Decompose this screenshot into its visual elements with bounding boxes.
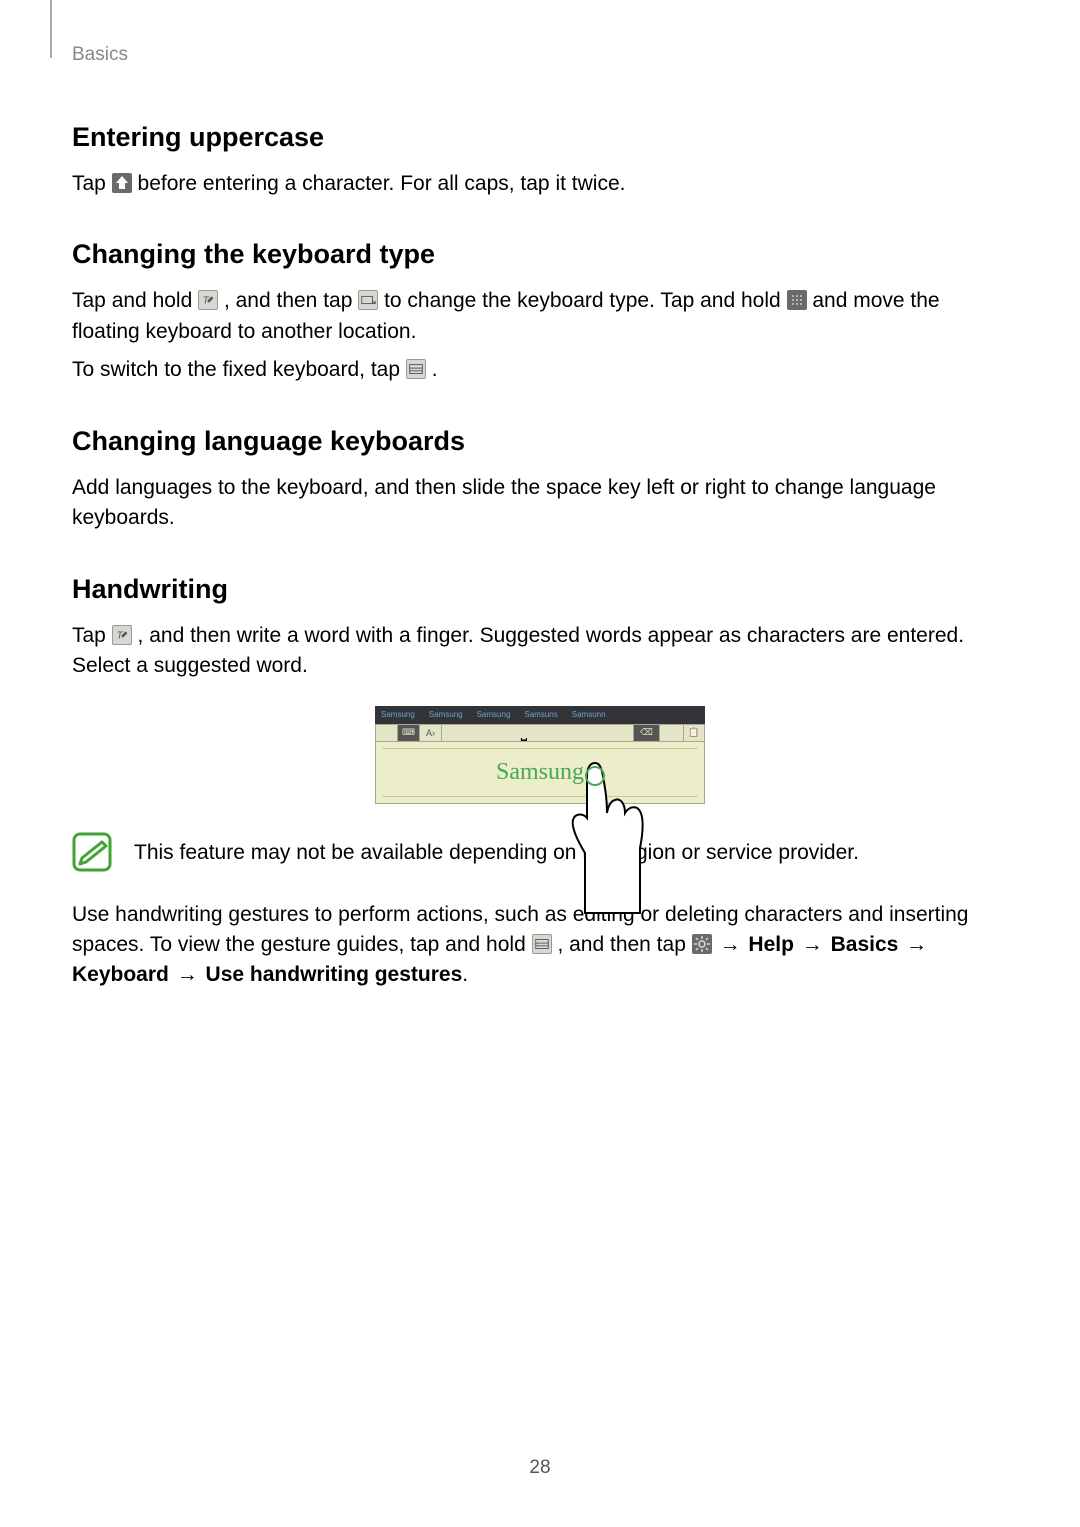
text-fragment: , and then write a word with a finger. S… bbox=[72, 624, 964, 677]
text-fragment: Tap bbox=[72, 172, 112, 195]
text-fragment: , and then tap bbox=[224, 289, 358, 312]
suggestion-word: Samsung bbox=[477, 710, 511, 719]
toolbar-keyboard-icon: ⌨ bbox=[398, 725, 420, 741]
suggestion-word: Samsuns bbox=[524, 710, 557, 719]
heading-entering-uppercase: Entering uppercase bbox=[72, 122, 1008, 153]
note-block: This feature may not be available depend… bbox=[72, 832, 1008, 872]
suggestion-word: Samsung bbox=[429, 710, 463, 719]
fixed-keyboard-icon bbox=[532, 934, 552, 954]
bold-text: Help bbox=[748, 933, 794, 956]
text-fragment: . bbox=[462, 963, 468, 986]
text-fragment: Tap and hold bbox=[72, 289, 198, 312]
uppercase-paragraph: Tap before entering a character. For all… bbox=[72, 169, 1008, 199]
suggestion-word: Samsunn bbox=[572, 710, 606, 719]
text-fragment: Tap bbox=[72, 624, 112, 647]
handwriting-illustration: Samsung Samsung Samsung Samsuns Samsunn … bbox=[72, 706, 1008, 804]
note-text: This feature may not be available depend… bbox=[134, 832, 859, 868]
toolbar-space-icon: ⎵ bbox=[442, 724, 606, 742]
breadcrumb: Basics bbox=[72, 44, 1008, 66]
toolbar-blank bbox=[376, 725, 398, 741]
text-fragment: to change the keyboard type. Tap and hol… bbox=[384, 289, 786, 312]
header-divider bbox=[50, 0, 52, 58]
text-fragment: , and then tap bbox=[557, 933, 691, 956]
suggestion-bar: Samsung Samsung Samsung Samsuns Samsunn bbox=[375, 706, 705, 724]
shift-icon bbox=[112, 173, 132, 193]
fixed-keyboard-icon bbox=[406, 359, 426, 379]
heading-keyboard-type: Changing the keyboard type bbox=[72, 239, 1008, 270]
bold-text: Basics bbox=[831, 933, 899, 956]
arrow-icon: → bbox=[802, 930, 823, 960]
arrow-icon: → bbox=[177, 960, 198, 990]
toolbar-backspace-icon: ⌫ bbox=[634, 725, 660, 741]
heading-handwriting: Handwriting bbox=[72, 574, 1008, 605]
hand-illustration bbox=[565, 758, 655, 918]
settings-icon bbox=[692, 934, 712, 954]
handwriting-paragraph-1: Tap T , and then write a word with a fin… bbox=[72, 621, 1008, 682]
t-pen-icon: T bbox=[198, 290, 218, 310]
t-pen-icon: T bbox=[112, 625, 132, 645]
handwriting-paragraph-2: Use handwriting gestures to perform acti… bbox=[72, 900, 1008, 991]
text-fragment: To switch to the fixed keyboard, tap bbox=[72, 358, 406, 381]
toolbar-paste-icon: 📋 bbox=[684, 725, 704, 741]
page-number: 28 bbox=[0, 1457, 1080, 1479]
toolbar-gap bbox=[606, 725, 634, 741]
note-icon bbox=[72, 832, 112, 872]
floating-keyboard-icon bbox=[358, 290, 378, 310]
arrow-icon: → bbox=[906, 930, 927, 960]
lang-paragraph: Add languages to the keyboard, and then … bbox=[72, 473, 1008, 534]
text-fragment: . bbox=[432, 358, 438, 381]
suggestion-word: Samsung bbox=[381, 710, 415, 719]
kbtype-paragraph-2: To switch to the fixed keyboard, tap . bbox=[72, 355, 1008, 385]
kbtype-paragraph-1: Tap and hold T , and then tap to change … bbox=[72, 286, 1008, 347]
drag-handle-icon bbox=[787, 290, 807, 310]
heading-language-keyboards: Changing language keyboards bbox=[72, 426, 1008, 457]
arrow-icon: → bbox=[720, 930, 741, 960]
toolbar-font-icon: A› bbox=[420, 725, 442, 741]
bold-text: Keyboard bbox=[72, 963, 169, 986]
handwriting-area: Samsung bbox=[375, 742, 705, 804]
toolbar-gap bbox=[660, 725, 684, 741]
text-fragment: before entering a character. For all cap… bbox=[138, 172, 626, 195]
keyboard-toolbar: ⌨ A› ⎵ ⌫ 📋 bbox=[375, 724, 705, 742]
bold-text: Use handwriting gestures bbox=[206, 963, 463, 986]
